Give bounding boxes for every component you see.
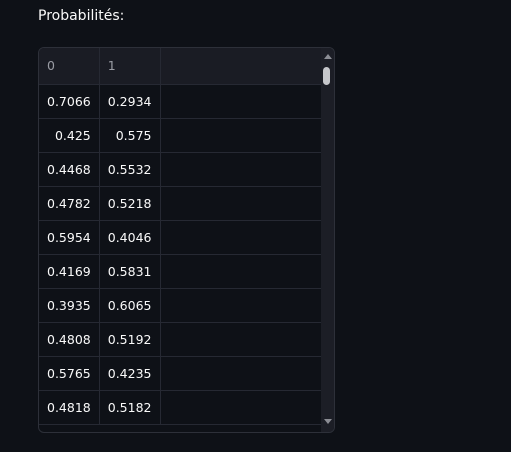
probabilities-table: 0 1 0.7066 0.2934 0.425 0.575 0.4468 0.5…	[39, 48, 330, 425]
table-cell[interactable]: 0.5218	[99, 186, 161, 221]
row-filler	[160, 356, 330, 391]
column-header-1[interactable]: 1	[99, 48, 161, 85]
table-cell[interactable]: 0.5532	[99, 152, 161, 187]
table-cell[interactable]: 0.4808	[39, 322, 100, 357]
table-cell[interactable]: 0.4818	[39, 390, 100, 425]
column-header-0[interactable]: 0	[39, 48, 100, 85]
table-cell[interactable]: 0.575	[99, 118, 161, 153]
table-row: 0.4782 0.5218	[39, 186, 330, 221]
table-cell[interactable]: 0.4468	[39, 152, 100, 187]
table-cell[interactable]: 0.4782	[39, 186, 100, 221]
table-cell[interactable]: 0.5765	[39, 356, 100, 391]
table-cell[interactable]: 0.5831	[99, 254, 161, 289]
row-filler	[160, 84, 330, 119]
table-row: 0.3935 0.6065	[39, 288, 330, 323]
table-cell[interactable]: 0.3935	[39, 288, 100, 323]
table-row: 0.7066 0.2934	[39, 84, 330, 119]
table-cell[interactable]: 0.5182	[99, 390, 161, 425]
row-filler	[160, 288, 330, 323]
row-filler	[160, 322, 330, 357]
row-filler	[160, 220, 330, 255]
header-filler	[160, 48, 330, 85]
table-row: 0.4468 0.5532	[39, 152, 330, 187]
table-cell[interactable]: 0.5954	[39, 220, 100, 255]
row-filler	[160, 152, 330, 187]
table-row: 0.4169 0.5831	[39, 254, 330, 289]
scroll-up-arrow-icon[interactable]	[324, 54, 332, 59]
scrollbar-thumb[interactable]	[323, 67, 330, 85]
dataframe[interactable]: 0 1 0.7066 0.2934 0.425 0.575 0.4468 0.5…	[38, 47, 335, 433]
table-cell[interactable]: 0.2934	[99, 84, 161, 119]
table-label: Probabilités:	[38, 8, 125, 24]
scroll-down-arrow-icon[interactable]	[324, 419, 332, 424]
table-row: 0.5954 0.4046	[39, 220, 330, 255]
table-row: 0.5765 0.4235	[39, 356, 330, 391]
row-filler	[160, 186, 330, 221]
header-row: 0 1	[39, 48, 330, 85]
row-filler	[160, 118, 330, 153]
table-cell[interactable]: 0.6065	[99, 288, 161, 323]
table-row: 0.4808 0.5192	[39, 322, 330, 357]
table-cell[interactable]: 0.4046	[99, 220, 161, 255]
table-row: 0.425 0.575	[39, 118, 330, 153]
table-row: 0.4818 0.5182	[39, 390, 330, 425]
table-cell[interactable]: 0.4235	[99, 356, 161, 391]
row-filler	[160, 254, 330, 289]
vertical-scrollbar[interactable]	[321, 48, 334, 432]
table-cell[interactable]: 0.4169	[39, 254, 100, 289]
table-cell[interactable]: 0.5192	[99, 322, 161, 357]
table-cell[interactable]: 0.425	[39, 118, 100, 153]
row-filler	[160, 390, 330, 425]
table-cell[interactable]: 0.7066	[39, 84, 100, 119]
